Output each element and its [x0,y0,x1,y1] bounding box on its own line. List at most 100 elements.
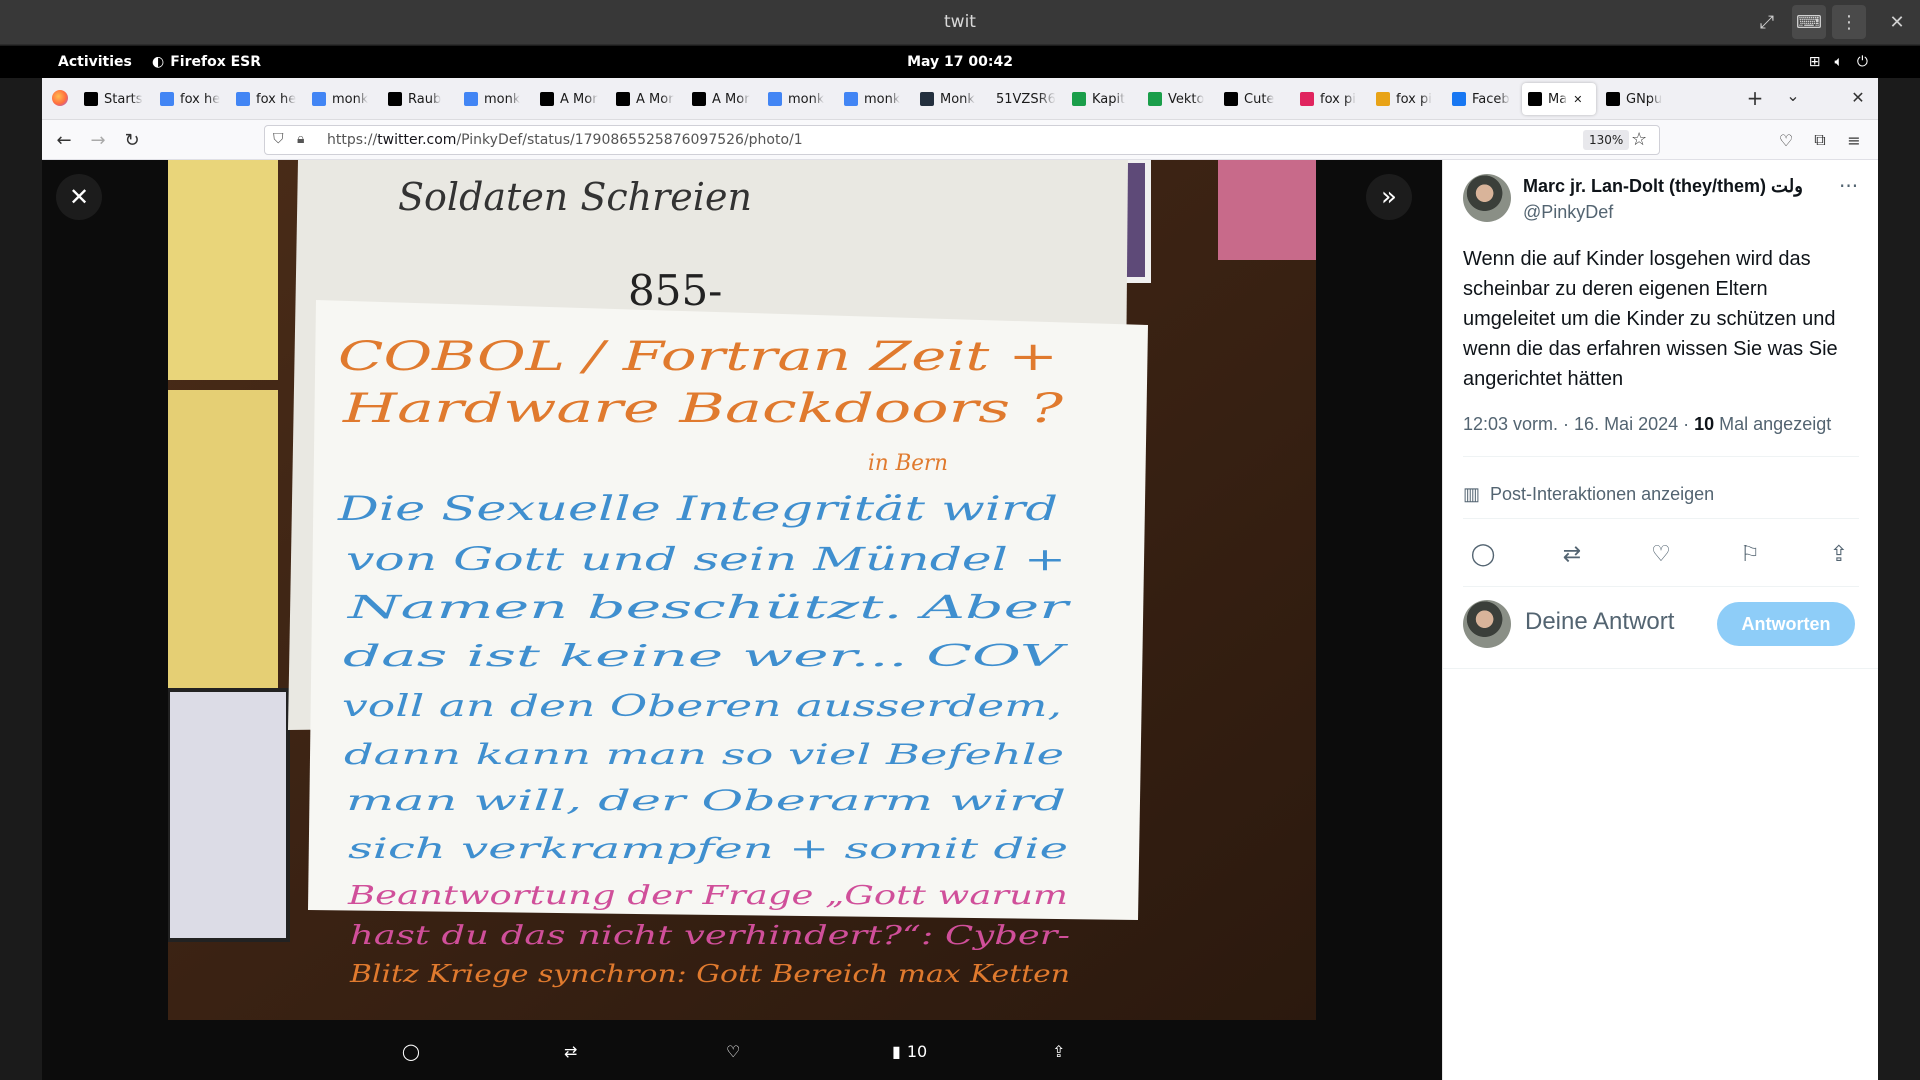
tab[interactable]: 51VZSR6 [990,83,1066,115]
system-tray[interactable]: ⊞ 🔈︎ ⏻ [1809,46,1868,78]
tab[interactable]: monk [838,83,914,115]
analytics-icon: ▥ [1463,483,1481,504]
handwritten-line: das ist keine wer... COV [343,639,1070,674]
tweet-text: Wenn die auf Kinder losgehen wird das sc… [1463,248,1838,390]
tweet-timestamp[interactable]: 12:03 vorm. · 16. Mai 2024 · 10 Mal ange… [1463,414,1831,435]
tab[interactable]: Raub [382,83,458,115]
tab-label: fox pi [1320,91,1356,107]
menu-kebab-icon[interactable]: ⋮ [1832,5,1866,39]
firefox-icon: ◐ [152,54,165,70]
shield-icon[interactable]: ⛉ [273,131,284,147]
zoom-level[interactable]: 130% [1583,130,1630,150]
tab-label: 51VZSR6 [996,91,1056,107]
handwritten-line: Namen beschützt. Aber [346,588,1071,626]
close-photo-button[interactable]: ✕ [56,174,102,220]
reload-icon[interactable]: ↻ [118,126,146,154]
retweet-icon[interactable]: ⇄ [1552,542,1592,567]
reply-input[interactable]: Deine Antwort [1525,608,1674,636]
bookmark-icon[interactable]: ⚐ [1730,542,1770,567]
tab[interactable]: Kapit [1066,83,1142,115]
reply-submit-button[interactable]: Antworten [1717,602,1855,646]
google-icon [768,92,782,106]
x-icon [540,92,554,106]
tab[interactable]: monk [306,83,382,115]
tab-list-icon[interactable]: ⌄ [1780,86,1806,112]
bookmark-star-icon[interactable]: ☆ [1631,129,1647,150]
google-icon [160,92,174,106]
tab[interactable]: Faceb [1446,83,1522,115]
avatar[interactable] [1463,174,1511,222]
clock[interactable]: May 17 00:42 [0,46,1920,78]
card-yellow-1 [168,160,278,380]
divider [1443,668,1878,669]
reply-icon[interactable]: ◯ [1463,542,1503,567]
google-icon [236,92,250,106]
x-icon [616,92,630,106]
lock-icon[interactable]: 🔒︎ [297,131,304,147]
tab-label: monk [332,91,369,107]
reply-icon[interactable]: ◯ [402,1022,420,1080]
post-analytics-link[interactable]: ▥ Post-Interaktionen anzeigen [1463,474,1714,514]
like-icon[interactable]: ♡ [1641,542,1681,567]
hamburger-menu-icon[interactable]: ≡ [1840,126,1868,154]
retweet-icon[interactable]: ⇄ [564,1022,577,1080]
close-browser-icon[interactable]: ✕ [1848,88,1868,108]
tab-label: GNpu [1626,91,1663,107]
tab[interactable]: fox he [230,83,306,115]
firefox-view-icon[interactable] [52,90,68,106]
activities-button[interactable]: Activities [58,46,132,78]
app-menu[interactable]: ◐ Firefox ESR [152,46,261,78]
fullscreen-icon[interactable]: ⤢ [1750,5,1784,39]
network-icon: ⊞ [1808,54,1821,70]
back-icon[interactable]: ← [50,126,78,154]
handwritten-line: hast du das nicht verhindert?“: Cyber- [350,921,1070,951]
tab[interactable]: Vekto [1142,83,1218,115]
tab[interactable]: fox pi [1294,83,1370,115]
photo-action-bar: ◯ ⇄ ♡ ▮ 10 ⇪ [42,1022,1442,1080]
card-pink [1218,160,1316,260]
tab-label: fox he [180,91,221,107]
author-name[interactable]: Marc jr. Lan-Dolt (they/them) ولت [1523,176,1803,197]
tab[interactable]: Ma ✕ [1522,83,1596,115]
tab[interactable]: Starts [78,83,154,115]
url-bar[interactable]: ⛉ 🔒︎ https://twitter.com/PinkyDef/status… [264,125,1660,155]
views-button[interactable]: ▮ 10 [892,1022,927,1080]
keyboard-icon[interactable]: ⌨ [1792,5,1826,39]
photo-number-text: 855- [628,266,722,315]
firefox-window: Starts fox he fox he monk Raub monk A Mor A Mor… [42,78,1878,1080]
tab[interactable]: monk [762,83,838,115]
url-text[interactable]: https://twitter.com/PinkyDef/status/1790… [327,126,803,154]
tweet-photo[interactable]: Soldaten Schreien 855- COBOL / Fortran Z… [168,160,1316,1020]
tab-bar: Starts fox he fox he monk Raub monk A Mor A Mor… [42,78,1878,120]
share-icon[interactable]: ⇪ [1052,1022,1065,1080]
photo-top-text: Soldaten Schreien [398,175,752,219]
x-icon [692,92,706,106]
tab[interactable]: A Mor [610,83,686,115]
tab[interactable]: A Mor [686,83,762,115]
tab[interactable]: monk [458,83,534,115]
tab[interactable]: Cute [1218,83,1294,115]
author-handle[interactable]: @PinkyDef [1523,202,1613,223]
tab[interactable]: Monk [914,83,990,115]
share-icon[interactable]: ⇪ [1819,542,1859,567]
tab[interactable]: fox he [154,83,230,115]
volume-icon: 🔈︎ [1834,54,1843,70]
x-icon [1528,92,1542,106]
close-tab-icon[interactable]: ✕ [1573,93,1582,106]
card-blue [168,688,290,942]
like-icon[interactable]: ♡ [726,1022,740,1080]
google-icon [312,92,326,106]
forward-icon[interactable]: → [84,126,112,154]
tab[interactable]: A Mor [534,83,610,115]
new-tab-icon[interactable]: + [1742,86,1768,112]
more-options-icon[interactable]: ··· [1839,174,1858,198]
pocket-icon[interactable]: ♡ [1772,126,1800,154]
tab[interactable]: fox pi [1370,83,1446,115]
extensions-icon[interactable]: ⧉ [1806,126,1834,154]
expand-panel-button[interactable]: » [1366,174,1412,220]
handwritten-line: voll an den Oberen ausserdem, [342,689,1062,724]
amazon-icon [920,92,934,106]
close-window-icon[interactable]: ✕ [1880,5,1914,39]
tab[interactable]: GNpu [1600,83,1676,115]
divider [1463,518,1859,519]
